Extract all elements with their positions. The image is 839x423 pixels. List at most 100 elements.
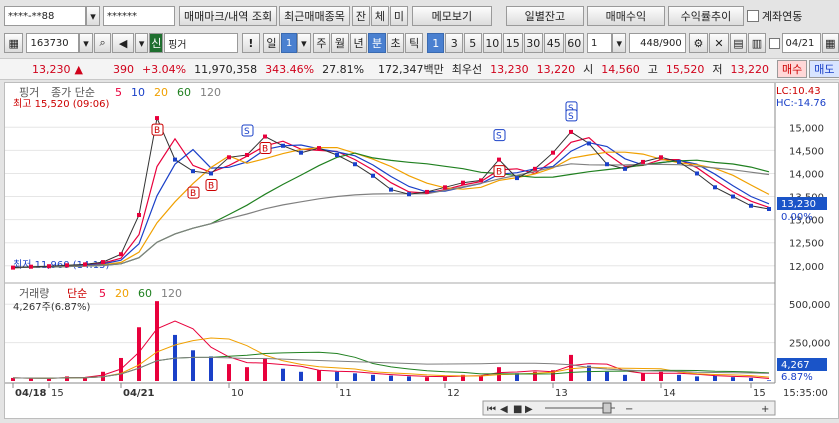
account-toolbar: ****-**88 ▾ ****** 매매마크/내역 조회 최근매매종목 잔 체… [0,4,839,28]
alert-button[interactable]: ! [242,33,260,53]
sound-button[interactable]: ◀︎ [112,33,134,53]
date-field[interactable]: 04/21 [781,33,821,53]
buy-button[interactable]: 매수 [777,60,808,78]
volume-bar [155,301,159,381]
price-tick-label: 12,000 [789,262,824,273]
volume-bar [713,375,717,381]
period-tick-button[interactable]: 틱 [405,33,423,53]
profit-trend-button[interactable]: 수익률추이 [667,6,744,26]
interval-3-label: 3 [450,36,458,50]
interval-30-button[interactable]: 30 [523,33,544,53]
volume-tick-label: 500,000 [789,300,830,311]
price-point [389,187,393,192]
grid-icon: ▦ [8,36,19,50]
period-num-dropdown[interactable]: ▾ [297,33,311,53]
trade-profit-button[interactable]: 매매수익 [586,6,665,26]
stock-name-field[interactable]: 핑거 [164,33,239,53]
recent-trades-button[interactable]: 최근매매종목 [279,6,350,26]
price-point [155,116,159,121]
interval-5-button[interactable]: 5 [464,33,482,53]
interval-input-text: 1 [591,37,598,49]
volume-bar [731,377,735,381]
price-point [605,162,609,167]
scroll-first-icon[interactable]: ⏮ [487,404,496,415]
trade-mark-button[interactable]: 매매마크/내역 조회 [179,6,278,26]
profit-trend-label: 수익률추이 [680,10,732,23]
code-dropdown-button[interactable]: ▾ [79,33,93,53]
period-year-label: 년 [353,37,364,50]
zoom-slider-handle[interactable] [602,402,612,414]
volume-bar [749,377,753,381]
stop-icon[interactable]: ■ [513,404,522,415]
bottom-scrollbar[interactable]: ⏮ ◀ ■ ▶ − + [482,400,776,416]
period-second-button[interactable]: 초 [386,33,405,53]
period-day-button[interactable]: 일 [262,33,281,53]
count-field[interactable]: 448/900 [629,33,686,53]
open-label: 시 [583,63,594,76]
interval-1-button[interactable]: 1 [426,33,445,53]
period-minute-button[interactable]: 분 [368,33,386,53]
speaker-icon: ◀︎ [118,36,128,50]
sound-dropdown-button[interactable]: ▾ [134,33,149,53]
quote-bar: 13,230 ▲ 390 +3.04% 11,970,358 343.46% 2… [0,58,839,80]
interval-60-button[interactable]: 60 [564,33,584,53]
interval-input[interactable]: 1 [587,33,613,53]
zoom-out-icon[interactable]: − [625,404,633,415]
interval-15-button[interactable]: 15 [503,33,523,53]
period-year-button[interactable]: 년 [349,33,368,53]
memo-label: 메모보기 [431,10,473,23]
cross-icon: ✕ [714,36,724,50]
chart-area[interactable]: 핑거 종가 단순 5 10 20 60 120 최고 15,520 (09:06) 최저… [4,82,839,419]
stock-code-field[interactable]: 163730 [26,33,80,53]
price-point [443,185,447,190]
daily-balance-button[interactable]: 일별잔고 [505,6,584,26]
account-number-field[interactable]: ****-**88 [4,6,86,26]
volume-bar [695,376,699,381]
interval-3-button[interactable]: 3 [445,33,464,53]
print-button[interactable]: ▥ [748,33,766,53]
unfilled-button[interactable]: 미 [389,6,408,26]
period-week-button[interactable]: 주 [312,33,331,53]
sell-button[interactable]: 매도 [809,60,839,78]
price-ma-line-20 [12,147,770,269]
scroll-next-icon[interactable]: ▶ [525,404,533,415]
price-lines [11,116,771,270]
memo-button[interactable]: 메모보기 [411,6,492,26]
interval-45-button[interactable]: 45 [544,33,564,53]
search-button[interactable]: ⌕ [93,33,112,53]
volume-ma-line-5 [12,320,770,379]
low-price: 13,220 [730,62,770,76]
interval-10-button[interactable]: 10 [482,33,503,53]
trade-profit-label: 매매수익 [605,10,647,23]
volume-bar [623,374,627,381]
account-link-checkbox[interactable]: 계좌연동 [746,8,802,24]
tool-button-1[interactable]: ⚙ [688,33,709,53]
period-month-button[interactable]: 월 [331,33,349,53]
x-axis-time: 15:35:00 [783,388,828,399]
volume-bar [605,371,609,381]
date-checkbox[interactable] [768,37,780,49]
marker-letter: B [496,168,502,178]
interval-dropdown[interactable]: ▾ [612,33,627,53]
scroll-prev-icon[interactable]: ◀ [500,404,508,415]
chevron-down-icon: ▾ [83,36,89,50]
volume-bar [767,380,771,381]
volume-legend-prefix: 단순 [67,287,87,300]
volume-ma-legend-5: 5 [99,287,106,300]
save-button[interactable]: ▤ [729,33,748,53]
credit-badge: 신 [149,33,164,53]
zoom-in-icon[interactable]: + [761,404,769,415]
executed-button[interactable]: 체 [370,6,389,26]
checkbox-icon[interactable] [746,10,759,22]
price-panel-name: 핑거 [19,86,39,99]
price-volume-chart[interactable]: 핑거 종가 단순 5 10 20 60 120 최고 15,520 (09:06) 최저… [5,83,839,420]
tool-button-2[interactable]: ✕ [709,33,729,53]
balance-button[interactable]: 잔 [351,6,370,26]
interval-10-label: 10 [485,36,500,50]
period-num-field[interactable]: 1 [281,33,297,53]
calendar-button[interactable]: ▦ [821,33,839,53]
password-field[interactable]: ****** [103,6,175,26]
calendar-icon: ▦ [825,36,836,50]
grid-menu-button[interactable]: ▦ [4,33,24,53]
account-dropdown-button[interactable]: ▾ [86,6,100,26]
